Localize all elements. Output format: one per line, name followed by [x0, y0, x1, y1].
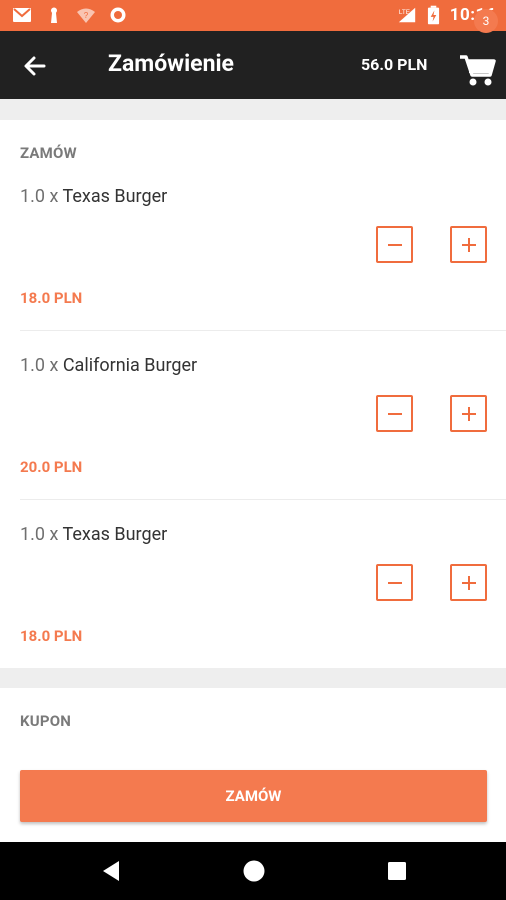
- orders-section: ZAMÓW 1.0 x Texas Burger 18.0 PLN 1.0 x …: [0, 120, 506, 668]
- order-item-price: 18.0 PLN: [20, 627, 83, 645]
- nav-home-icon[interactable]: [242, 859, 266, 883]
- battery-icon: [427, 5, 439, 25]
- order-item-name: 1.0 x Texas Burger: [20, 186, 167, 207]
- orders-section-label: ZAMÓW: [20, 144, 77, 162]
- cart-icon[interactable]: [458, 47, 498, 89]
- order-item-name: 1.0 x California Burger: [20, 355, 197, 376]
- cart-count-badge: 3: [474, 9, 498, 33]
- page-title: Zamówienie: [108, 50, 234, 77]
- order-item-title: California Burger: [62, 355, 198, 376]
- wifi-icon: ?: [77, 8, 95, 23]
- app-bar: Zamówienie 56.0 PLN: [0, 31, 506, 99]
- order-item-price: 20.0 PLN: [20, 458, 83, 476]
- order-item-title: Texas Burger: [62, 524, 168, 545]
- order-item-price: 18.0 PLN: [20, 289, 83, 307]
- plus-icon: [461, 575, 476, 590]
- increase-quantity-button[interactable]: [450, 564, 487, 601]
- order-item-title: Texas Burger: [62, 186, 168, 207]
- divider: [20, 499, 506, 500]
- signal-icon: LTE: [398, 7, 415, 23]
- minus-icon: [387, 581, 402, 584]
- increase-quantity-button[interactable]: [450, 226, 487, 263]
- plus-icon: [461, 406, 476, 421]
- order-item: 1.0 x Texas Burger 18.0 PLN: [0, 524, 506, 693]
- coupon-section: KUPON ZAMÓW: [0, 688, 506, 842]
- order-total: 56.0 PLN: [361, 55, 428, 74]
- arrow-back-icon[interactable]: [18, 49, 52, 83]
- tower-icon: [51, 7, 57, 23]
- increase-quantity-button[interactable]: [450, 395, 487, 432]
- svg-text:?: ?: [84, 11, 89, 20]
- minus-icon: [387, 412, 402, 415]
- minus-icon: [387, 243, 402, 246]
- plus-icon: [461, 237, 476, 252]
- order-item-qty: 1.0 x: [20, 524, 59, 545]
- order-item-qty: 1.0 x: [20, 355, 59, 376]
- decrease-quantity-button[interactable]: [376, 226, 413, 263]
- nav-back-icon[interactable]: [100, 859, 124, 883]
- circle-icon: [110, 7, 126, 23]
- status-bar: ? LTE 10:16: [0, 0, 506, 31]
- order-item-qty: 1.0 x: [20, 186, 59, 207]
- decrease-quantity-button[interactable]: [376, 395, 413, 432]
- divider: [20, 330, 506, 331]
- svg-text:LTE: LTE: [399, 9, 410, 16]
- system-nav-bar: [0, 842, 506, 900]
- status-left-icons: ?: [12, 6, 128, 24]
- nav-recents-icon[interactable]: [385, 859, 409, 883]
- order-item-name: 1.0 x Texas Burger: [20, 524, 167, 545]
- coupon-section-label[interactable]: KUPON: [20, 712, 71, 730]
- decrease-quantity-button[interactable]: [376, 564, 413, 601]
- place-order-button[interactable]: ZAMÓW: [20, 770, 487, 822]
- gmail-icon: [13, 8, 31, 22]
